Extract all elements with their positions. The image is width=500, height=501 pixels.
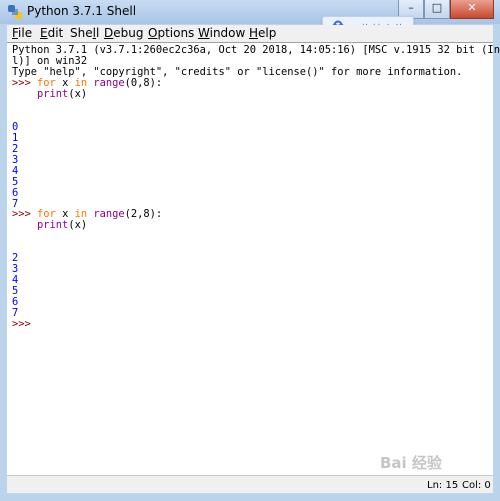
line-number: Ln: 15: [427, 480, 459, 491]
python-icon: [8, 5, 22, 19]
menu-help[interactable]: Help: [249, 26, 276, 40]
status-bar: Ln: 15 Col: 0: [7, 475, 493, 493]
final-prompt: >>>: [12, 318, 31, 330]
maximize-button[interactable]: □: [424, 0, 450, 19]
watermark: Bai 经验: [380, 454, 442, 472]
menu-options[interactable]: Options: [148, 26, 194, 40]
menu-window[interactable]: Window: [198, 26, 245, 40]
shell-text-area[interactable]: Python 3.7.1 (v3.7.1:260ec2c36a, Oct 20 …: [7, 42, 500, 475]
window-bottom-border: [0, 493, 500, 501]
idle-shell-window: Python 3.7.1 Shell – □ ✕ 拖拽上传 File Edit …: [0, 0, 500, 501]
window-title: Python 3.7.1 Shell: [27, 4, 137, 18]
close-button[interactable]: ✕: [450, 0, 494, 19]
column-number: Col: 0: [462, 480, 491, 491]
menu-file[interactable]: File: [12, 26, 32, 40]
menu-edit[interactable]: Edit: [40, 26, 63, 40]
menu-shell[interactable]: Shell: [70, 26, 99, 40]
close-icon: ✕: [467, 1, 477, 14]
maximize-icon: □: [431, 1, 443, 14]
menu-debug[interactable]: Debug: [104, 26, 143, 40]
minimize-icon: –: [408, 1, 414, 14]
command-line: print(x): [37, 88, 88, 100]
title-bar: Python 3.7.1 Shell – □ ✕: [0, 0, 500, 24]
command-line: print(x): [37, 219, 88, 231]
menu-bar: File Edit Shell Debug Options Window Hel…: [7, 25, 493, 42]
